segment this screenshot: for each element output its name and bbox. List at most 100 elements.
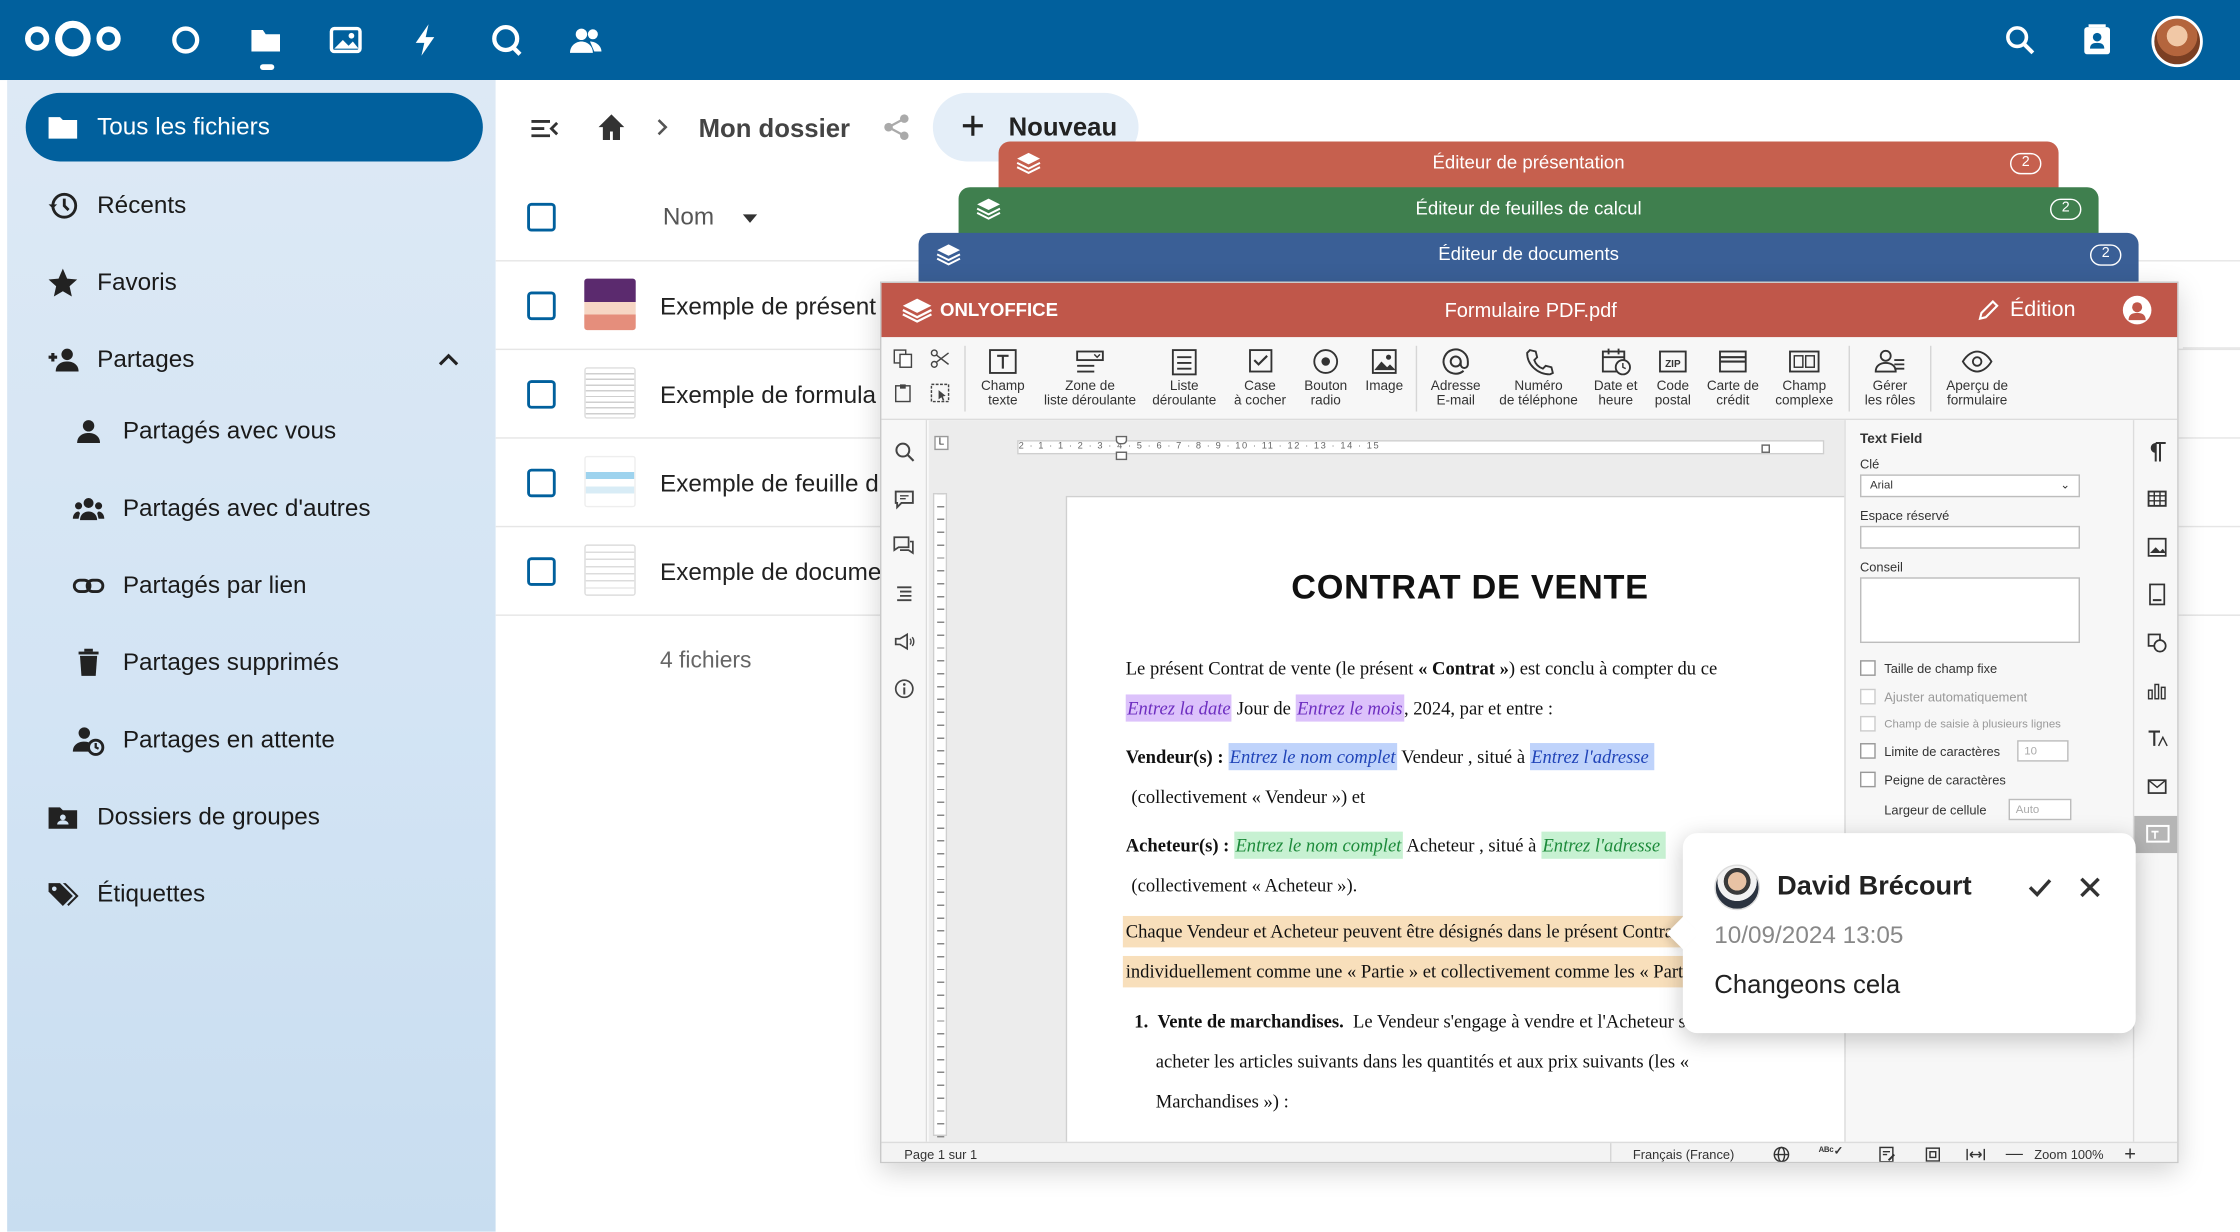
presentation-editor-tab[interactable]: Éditeur de présentation 2 [998,141,2059,191]
zoom-in-icon[interactable]: + [2124,1142,2136,1162]
shape-icon[interactable] [2146,632,2169,655]
cell-width-input[interactable]: Auto [2008,798,2072,821]
vertical-ruler[interactable] [932,492,948,1138]
placeholder-input[interactable] [1859,525,2080,549]
combo-box-button[interactable]: Zone de liste déroulante [1036,346,1145,409]
comb-checkbox[interactable] [1859,771,1876,788]
select-all-checkbox[interactable] [527,202,556,232]
user-avatar[interactable] [2151,15,2203,68]
files-icon[interactable] [246,20,286,60]
sidebar-item-shared-with-others[interactable]: Partagés avec d'autres [26,474,483,543]
image-icon[interactable] [2146,536,2169,559]
dashboard-icon[interactable] [166,20,206,60]
fit-width-icon[interactable] [1966,1146,1986,1162]
char-limit-checkbox[interactable] [1859,743,1876,759]
seller-address-field[interactable]: Entrez l'adresse [1529,743,1655,771]
file-name[interactable]: Exemple de feuille d [660,470,879,499]
email-field-button[interactable]: Adresse E-mail [1421,346,1490,409]
mail-merge-icon[interactable] [2146,774,2169,797]
search-icon[interactable] [2000,20,2040,60]
track-changes-icon[interactable] [1879,1146,1896,1162]
radio-button-button[interactable]: Bouton radio [1296,346,1356,409]
paragraph-icon[interactable] [2146,440,2169,463]
buyer-address-field[interactable]: Entrez l'adresse [1541,831,1666,859]
document-editor-tab[interactable]: Éditeur de documents 2 [918,232,2139,282]
feedback-icon[interactable] [893,630,916,653]
user-icon[interactable] [2122,295,2152,325]
contacts-icon[interactable] [566,20,606,60]
sidebar-item-favorites[interactable]: Favoris [26,249,483,318]
sidebar-item-pending-shares[interactable]: Partages en attente [26,706,483,775]
spellcheck-icon[interactable]: ᴬᴮᶜ✓ [1819,1145,1844,1158]
dropdown-list-button[interactable]: Liste déroulante [1147,346,1221,409]
comments-icon[interactable] [893,487,916,510]
row-checkbox[interactable] [527,557,556,586]
close-icon[interactable] [2076,873,2105,902]
file-name[interactable]: Exemple de docume [660,559,881,588]
indent-marker[interactable] [1115,451,1128,461]
tab-stop-icon[interactable]: L [934,435,949,451]
about-icon[interactable] [893,677,916,700]
sidebar-item-group-folders[interactable]: Dossiers de groupes [26,783,483,852]
zoom-out-icon[interactable]: — [2006,1145,2023,1162]
sidebar-item-recent[interactable]: Récents [26,171,483,240]
file-name[interactable]: Exemple de présent [660,293,876,322]
image-button[interactable]: Image [1359,346,1410,395]
chart-icon[interactable] [2146,679,2169,702]
indent-marker[interactable] [1115,435,1128,445]
sidebar-item-shared-with-you[interactable]: Partagés avec vous [26,397,483,466]
horizontal-ruler[interactable]: 2 · 1 · 1 · 2 · 3 · 4 · 5 · 6 · 7 · 8 · … [1017,435,1825,461]
chat-icon[interactable] [893,534,916,557]
breadcrumb-current[interactable]: Mon dossier [699,114,850,144]
cut-icon[interactable] [930,349,950,369]
autofit-checkbox[interactable] [1859,688,1876,705]
spreadsheet-editor-tab[interactable]: Éditeur de feuilles de calcul 2 [958,187,2099,236]
fit-page-icon[interactable] [1924,1146,1941,1162]
credit-card-button[interactable]: Carte de crédit [1701,346,1764,409]
multiline-checkbox[interactable] [1859,715,1876,732]
text-art-icon[interactable] [2146,727,2169,750]
chevron-up-icon[interactable] [434,346,463,375]
talk-icon[interactable] [486,20,526,60]
file-name[interactable]: Exemple de formula [660,382,876,411]
home-icon[interactable] [596,111,627,142]
row-checkbox[interactable] [527,291,556,321]
sidebar-item-tags[interactable]: Étiquettes [26,860,483,929]
row-checkbox[interactable] [527,380,556,409]
commenter-avatar[interactable] [1714,864,1760,911]
date-form-field[interactable]: Entrez la date [1125,694,1233,722]
navigation-icon[interactable] [893,582,916,605]
date-time-button[interactable]: Date et heure [1587,346,1644,409]
zoom-level[interactable]: Zoom 100% [2034,1147,2103,1161]
edit-mode-label[interactable]: Édition [2010,297,2076,321]
manage-roles-button[interactable]: Gérer les rôles [1856,346,1925,409]
phone-field-button[interactable]: Numéro de téléphone [1493,346,1584,409]
sort-down-icon[interactable] [739,207,762,230]
copy-icon[interactable] [893,349,913,369]
toggle-sidebar-icon[interactable] [529,113,560,144]
nextcloud-logo[interactable] [23,17,123,60]
month-form-field[interactable]: Entrez le mois [1295,694,1404,722]
text-field-button[interactable]: Champ texte [973,346,1033,409]
globe-icon[interactable] [1773,1146,1790,1162]
document-page[interactable]: CONTRAT DE VENTE Le présent Contrat de v… [1065,495,1895,1154]
complex-field-button[interactable]: Champ complexe [1767,346,1841,409]
find-icon[interactable] [893,440,916,463]
document-canvas[interactable]: L CONTRAT DE VENTE Le présent Contrat de… [928,420,1895,1154]
share-icon[interactable] [881,111,912,142]
sidebar-item-all-files[interactable]: Tous les fichiers [25,92,483,162]
paste-icon[interactable] [893,383,913,403]
sidebar-item-shared-by-link[interactable]: Partagés par lien [26,552,483,621]
language-indicator[interactable]: Français (France) [1633,1147,1734,1161]
form-preview-button[interactable]: Aperçu de formulaire [1936,346,2019,409]
column-name-header[interactable]: Nom [663,203,714,232]
key-select[interactable]: Arial ⌄ [1859,474,2080,498]
checkbox-button[interactable]: Case à cocher [1224,346,1295,409]
activity-icon[interactable] [406,20,446,60]
resolve-check-icon[interactable] [2026,873,2055,902]
indent-marker[interactable] [1761,444,1770,453]
postal-code-button[interactable]: ZIP Code postal [1647,346,1698,409]
seller-name-field[interactable]: Entrez le nom complet [1228,743,1397,771]
tip-textarea[interactable] [1859,577,2080,644]
header-footer-icon[interactable] [2146,583,2169,606]
